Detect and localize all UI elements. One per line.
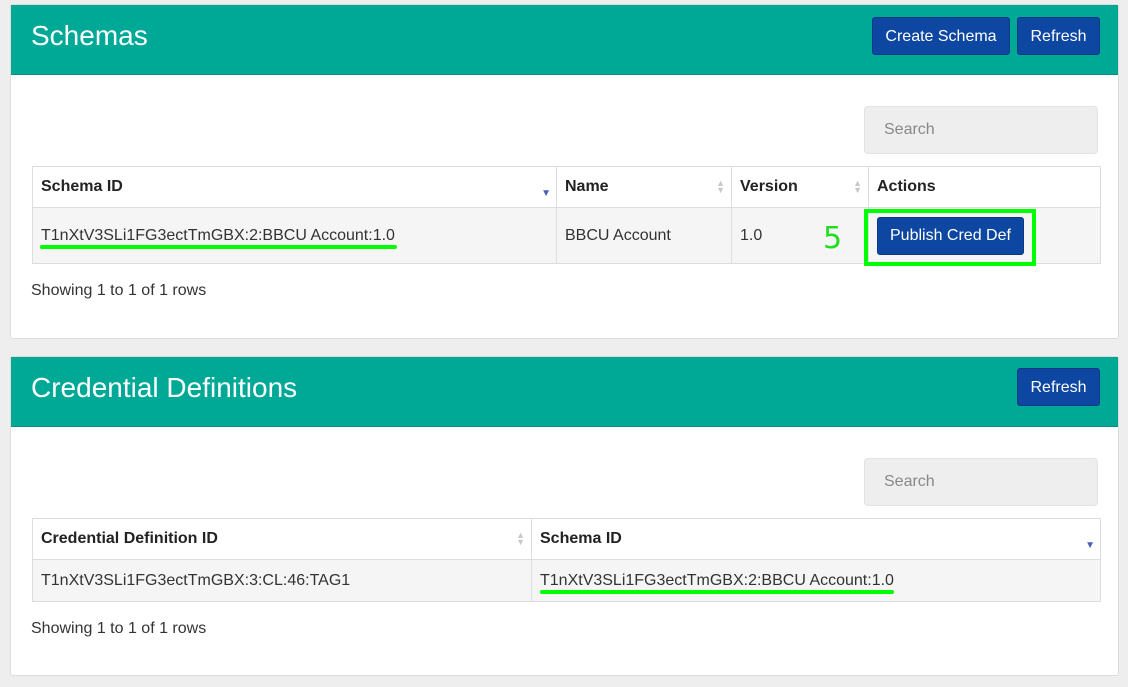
schemas-panel-header: Schemas Create Schema Refresh	[11, 5, 1118, 75]
annotation-underline	[540, 590, 894, 594]
column-header-actions: Actions	[868, 166, 1101, 208]
column-header-schema-id[interactable]: Schema ID ▼	[32, 166, 557, 208]
sort-icon: ▲ ▼	[516, 530, 525, 547]
cred-defs-panel: Credential Definitions Refresh Credentia…	[10, 356, 1119, 676]
annotation-underline	[40, 245, 397, 249]
cred-defs-table-header-row: Credential Definition ID ▲ ▼ Schema ID ▼	[32, 518, 1101, 560]
column-header-version[interactable]: Version ▲ ▼	[731, 166, 869, 208]
sort-desc-icon: ▼	[1085, 540, 1095, 551]
cell-name: BBCU Account	[556, 207, 732, 264]
cred-defs-refresh-button[interactable]: Refresh	[1017, 368, 1100, 406]
cred-defs-title: Credential Definitions	[31, 372, 298, 403]
schemas-title: Schemas	[31, 20, 148, 51]
table-row: T1nXtV3SLi1FG3ectTmGBX:3:CL:46:TAG1 T1nX…	[32, 559, 1101, 602]
cred-defs-search-input[interactable]	[864, 458, 1098, 506]
sort-icon: ▲ ▼	[716, 178, 725, 195]
annotation-highlight-box	[864, 209, 1036, 266]
cred-defs-panel-header: Credential Definitions Refresh	[11, 357, 1118, 427]
cell-cred-def-id: T1nXtV3SLi1FG3ectTmGBX:3:CL:46:TAG1	[32, 559, 532, 602]
cell-version: 1.0	[731, 207, 869, 264]
schemas-pagination-info: Showing 1 to 1 of 1 rows	[31, 282, 207, 299]
sort-desc-icon: ▼	[541, 188, 551, 199]
schemas-panel: Schemas Create Schema Refresh Schema ID …	[10, 4, 1119, 339]
cell-schema-id: T1nXtV3SLi1FG3ectTmGBX:2:BBCU Account:1.…	[32, 207, 557, 264]
column-header-schema-id[interactable]: Schema ID ▼	[531, 518, 1101, 560]
cred-defs-pagination-info: Showing 1 to 1 of 1 rows	[31, 620, 207, 637]
schemas-search-input[interactable]	[864, 106, 1098, 154]
sort-icon: ▲ ▼	[853, 178, 862, 195]
schemas-table-header-row: Schema ID ▼ Name ▲ ▼ Version ▲ ▼ Actions	[32, 166, 1101, 208]
create-schema-button[interactable]: Create Schema	[872, 17, 1010, 55]
cell-schema-id: T1nXtV3SLi1FG3ectTmGBX:2:BBCU Account:1.…	[531, 559, 1101, 602]
column-header-name[interactable]: Name ▲ ▼	[556, 166, 732, 208]
annotation-step-number: 5	[823, 221, 843, 256]
schemas-refresh-button[interactable]: Refresh	[1017, 17, 1100, 55]
column-header-cred-def-id[interactable]: Credential Definition ID ▲ ▼	[32, 518, 532, 560]
